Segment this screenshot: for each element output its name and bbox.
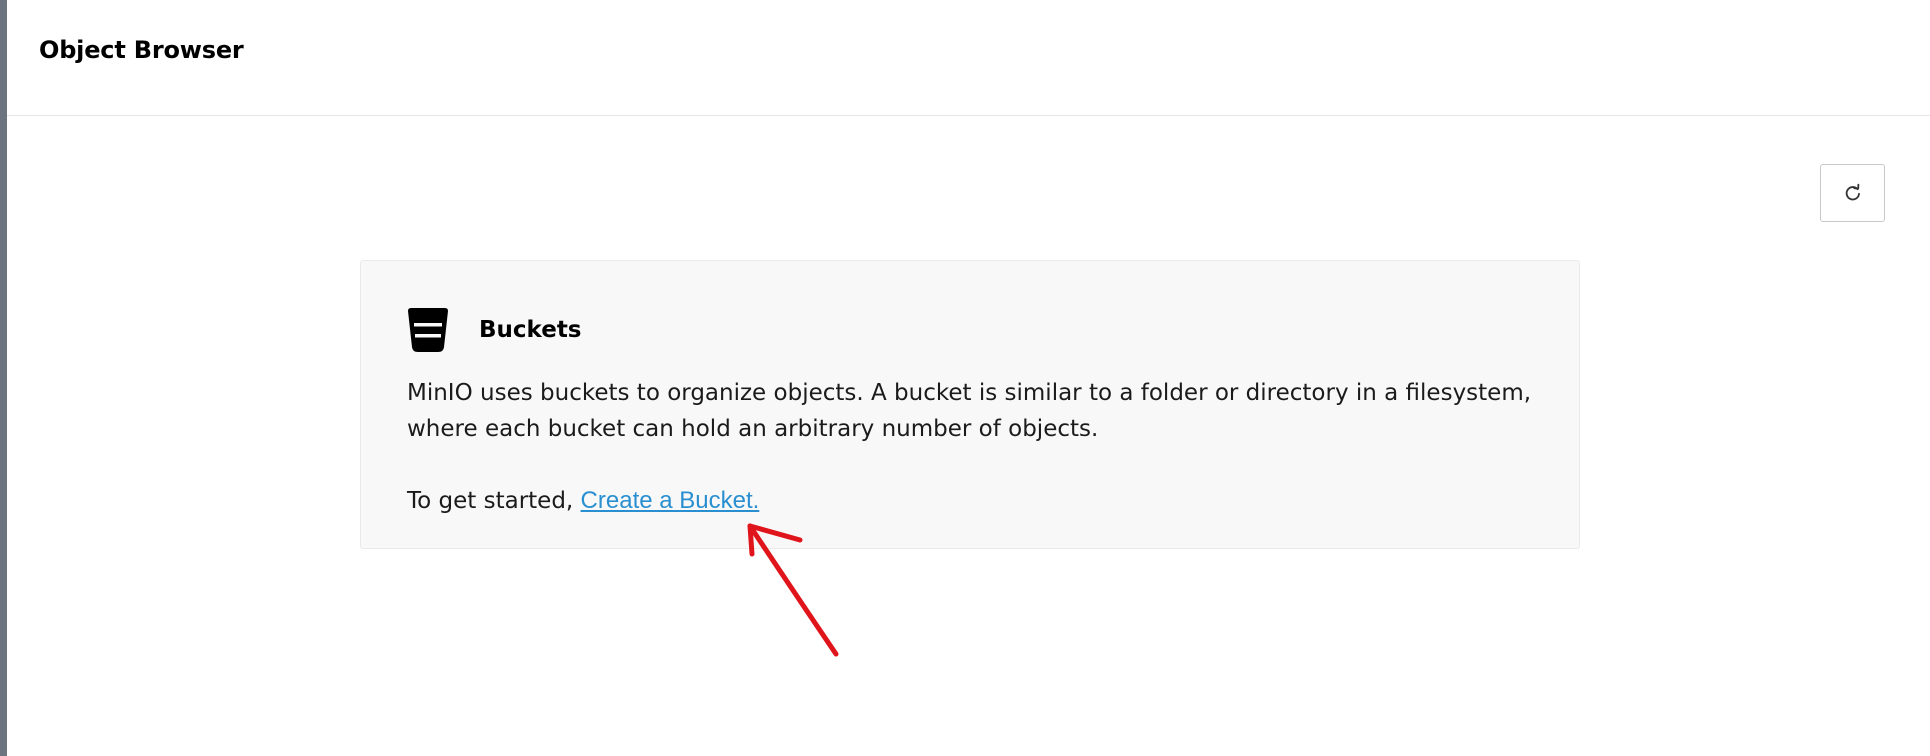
card-title: Buckets — [479, 317, 582, 343]
get-started-text: To get started, Create a Bucket. — [407, 483, 759, 519]
refresh-button[interactable] — [1820, 164, 1885, 222]
page: Object Browser Buckets MinIO uses bucket… — [0, 0, 1930, 756]
window-edge — [0, 0, 7, 756]
page-title: Object Browser — [39, 36, 244, 64]
card-description: MinIO uses buckets to organize objects. … — [407, 380, 1532, 442]
buckets-empty-state-card: Buckets MinIO uses buckets to organize o… — [360, 260, 1580, 549]
bucket-icon — [408, 308, 448, 352]
page-header: Object Browser — [7, 0, 1930, 116]
annotation-arrow-icon — [747, 523, 839, 657]
refresh-icon — [1845, 183, 1860, 201]
cta-prefix: To get started, — [407, 488, 574, 514]
